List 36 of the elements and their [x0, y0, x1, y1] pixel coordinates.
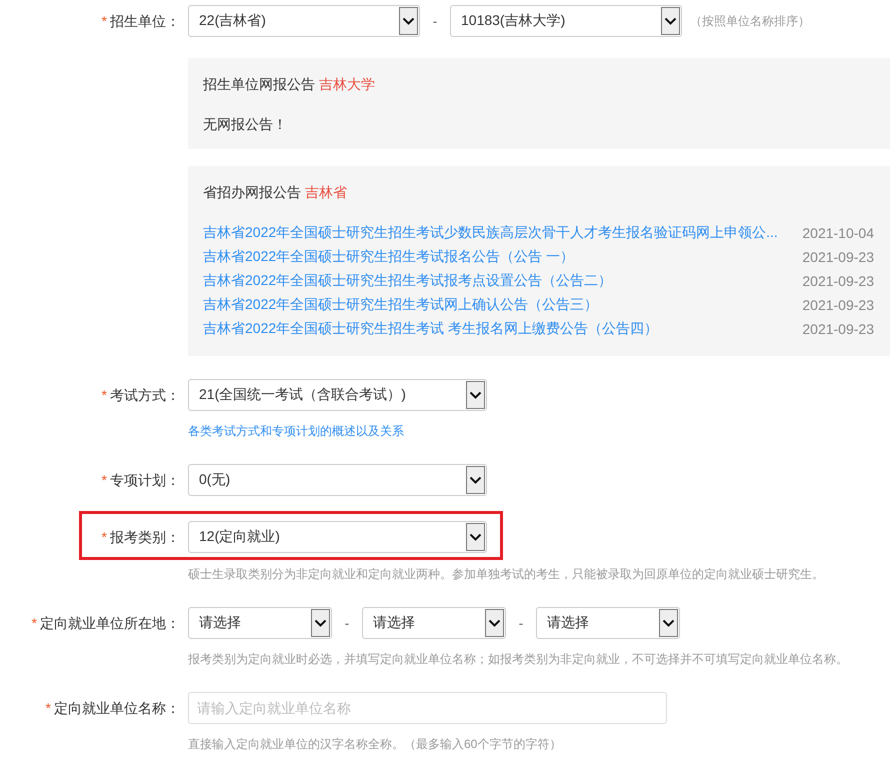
- separator-dash: -: [518, 615, 524, 631]
- field-label: 报考类别：: [110, 528, 180, 546]
- select-field[interactable]: 22(吉林省): [188, 5, 420, 37]
- field-hint: 报考类别为定向就业时必选，并填写定向就业单位名称；如报考类别为非定向就业，不可选择并不可填写定向就业单位名称。: [188, 651, 849, 667]
- select-field[interactable]: 请选择: [536, 607, 680, 639]
- sort-note: （按照单位名称排序）: [690, 12, 810, 30]
- field-hint: 硕士生录取类别分为非定向就业和定向就业两种。参加单独考试的考生，只能被录取为回原单位的定向就业硕士研究生。: [188, 566, 825, 582]
- required-mark: *: [102, 14, 107, 28]
- required-mark: *: [32, 616, 37, 630]
- select-field[interactable]: 请选择: [362, 607, 506, 639]
- notice-date: 2021-09-23: [802, 297, 874, 313]
- field-label: 考试方式：: [110, 386, 180, 404]
- field-label: 定向就业单位所在地：: [40, 614, 180, 632]
- field-hint: 直接输入定向就业单位的汉字名称全称。（最多输入60个字节的字符）: [188, 736, 562, 752]
- separator-dash: -: [432, 13, 438, 29]
- field-label: 定向就业单位名称：: [54, 699, 180, 717]
- notice-date: 2021-09-23: [802, 273, 874, 289]
- field-label: 专项计划：: [110, 471, 180, 489]
- required-mark: *: [46, 701, 51, 715]
- required-mark: *: [102, 388, 107, 402]
- input-field[interactable]: 请输入定向就业单位名称: [188, 692, 667, 724]
- notice-date: 2021-09-23: [802, 249, 874, 265]
- field-label: 招生单位：: [110, 12, 180, 30]
- separator-dash: -: [344, 615, 350, 631]
- select-field[interactable]: 10183(吉林大学): [450, 5, 682, 37]
- panel-message: 无网报公告！: [203, 115, 288, 134]
- notice-date: 2021-09-23: [802, 321, 874, 337]
- select-field[interactable]: 请选择: [188, 607, 332, 639]
- panel-title: 省招办网报公告 吉林省: [203, 183, 348, 202]
- required-mark: *: [102, 530, 107, 544]
- select-field[interactable]: 0(无): [188, 464, 487, 496]
- required-mark: *: [102, 473, 107, 487]
- select-field[interactable]: 21(全国统一考试（含联合考试）): [188, 379, 487, 411]
- panel-title: 招生单位网报公告 吉林大学: [203, 75, 376, 94]
- notice-date: 2021-10-04: [802, 225, 874, 241]
- select-field[interactable]: 12(定向就业): [188, 521, 487, 553]
